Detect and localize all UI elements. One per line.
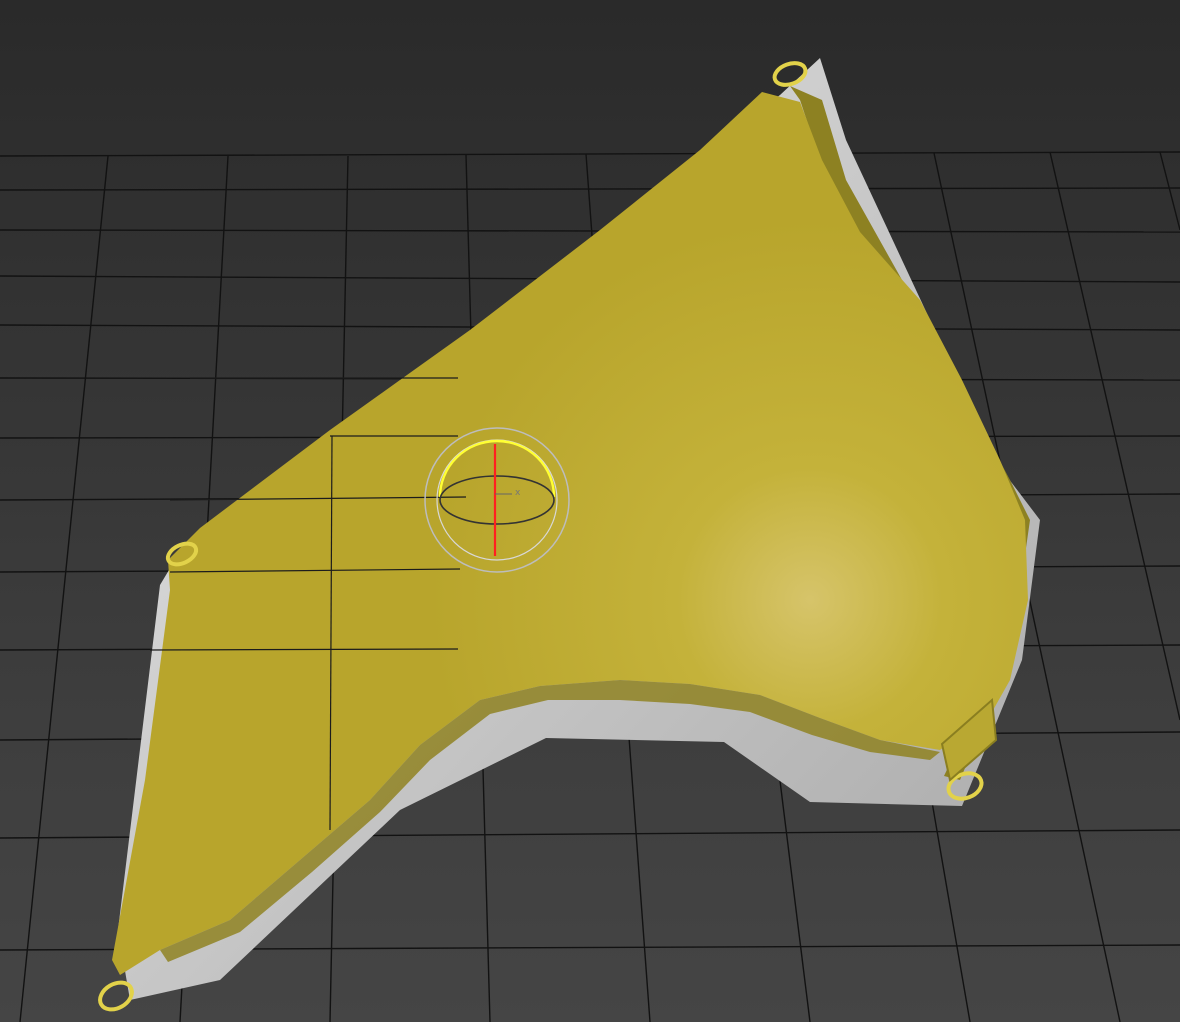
viewport-scene[interactable]: x: [0, 0, 1180, 1022]
3d-viewport[interactable]: x: [0, 0, 1180, 1022]
yellow-cloth-surface[interactable]: [112, 92, 1028, 975]
gizmo-x-axis-label: x: [515, 488, 521, 498]
